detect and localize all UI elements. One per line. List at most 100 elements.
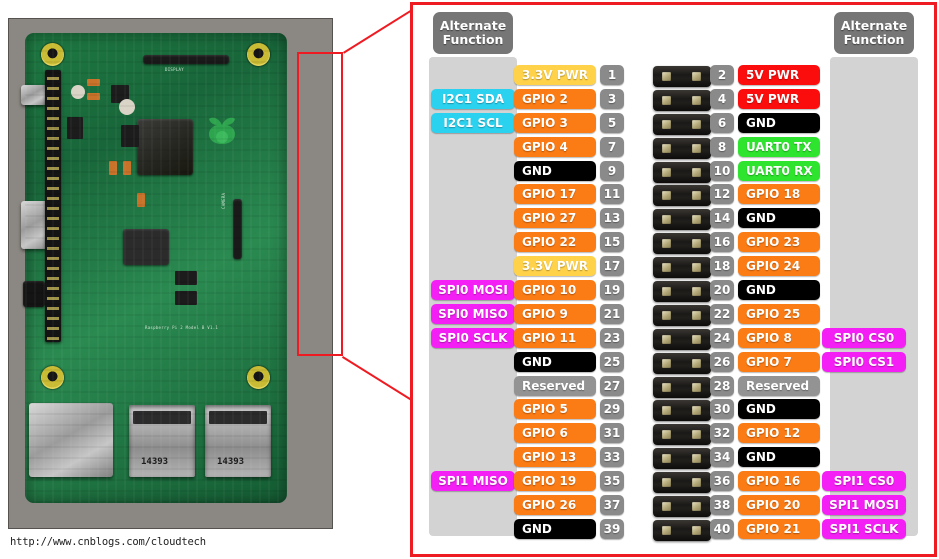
pin-number-21[interactable]: 21 [600,303,624,324]
pin-number-35[interactable]: 35 [600,471,624,492]
signal-left-pin-37[interactable]: GPIO 26 [514,495,596,516]
pin-number-20[interactable]: 20 [710,280,734,301]
pin-number-36[interactable]: 36 [710,471,734,492]
signal-left-pin-13[interactable]: GPIO 27 [514,208,596,229]
pin-number-9[interactable]: 9 [600,160,624,181]
signal-left-pin-9[interactable]: GND [514,160,596,181]
pin-number-23[interactable]: 23 [600,327,624,348]
signal-left-pin-29[interactable]: GPIO 5 [514,399,596,420]
alt-function-right-pin-40[interactable]: SPI1 SCLK [822,518,906,539]
signal-left-pin-7[interactable]: GPIO 4 [514,136,596,157]
signal-right-pin-12[interactable]: GPIO 18 [738,184,820,205]
signal-left-pin-35[interactable]: GPIO 19 [514,471,596,492]
pin-row: GPIO 27 13 14 GND [413,208,934,232]
pin-number-25[interactable]: 25 [600,351,624,372]
alt-function-left-pin-35[interactable]: SPI1 MISO [431,471,515,492]
signal-right-pin-16[interactable]: GPIO 23 [738,232,820,253]
pin-number-3[interactable]: 3 [600,88,624,109]
signal-right-pin-32[interactable]: GPIO 12 [738,423,820,444]
pin-number-38[interactable]: 38 [710,495,734,516]
pin-number-14[interactable]: 14 [710,208,734,229]
pin-number-16[interactable]: 16 [710,232,734,253]
signal-right-pin-26[interactable]: GPIO 7 [738,351,820,372]
signal-right-pin-2[interactable]: 5V PWR [738,65,820,85]
signal-right-pin-8[interactable]: UART0 TX [738,136,820,157]
signal-left-pin-27[interactable]: Reserved [514,375,596,396]
callout-leader-bottom [341,356,416,403]
signal-left-pin-19[interactable]: GPIO 10 [514,280,596,301]
signal-left-pin-33[interactable]: GPIO 13 [514,447,596,468]
pcb-substrate: DISPLAY CAMERA 14393 14393 Raspberry Pi … [21,33,287,503]
pin-number-24[interactable]: 24 [710,327,734,348]
pin-number-32[interactable]: 32 [710,423,734,444]
signal-left-pin-21[interactable]: GPIO 9 [514,303,596,324]
pin-number-4[interactable]: 4 [710,88,734,109]
pin-number-15[interactable]: 15 [600,232,624,253]
pin-number-40[interactable]: 40 [710,518,734,539]
alt-function-left-pin-21[interactable]: SPI0 MISO [431,303,515,324]
signal-right-pin-38[interactable]: GPIO 20 [738,495,820,516]
signal-right-pin-24[interactable]: GPIO 8 [738,327,820,348]
mounting-hole-bottom-right [247,366,270,389]
raspberry-pi-board-photo: DISPLAY CAMERA 14393 14393 Raspberry Pi … [8,18,333,529]
alt-function-left-pin-3[interactable]: I2C1 SDA [431,88,515,109]
pin-number-5[interactable]: 5 [600,112,624,133]
signal-right-pin-30[interactable]: GND [738,399,820,420]
signal-left-pin-31[interactable]: GPIO 6 [514,423,596,444]
pin-row: SPI0 MOSI GPIO 10 19 20 GND [413,280,934,304]
signal-right-pin-40[interactable]: GPIO 21 [738,518,820,539]
pin-number-18[interactable]: 18 [710,256,734,277]
pin-number-11[interactable]: 11 [600,184,624,205]
signal-left-pin-5[interactable]: GPIO 3 [514,112,596,133]
pin-number-6[interactable]: 6 [710,112,734,133]
pin-number-10[interactable]: 10 [710,160,734,181]
pin-number-22[interactable]: 22 [710,303,734,324]
pin-number-8[interactable]: 8 [710,136,734,157]
signal-left-pin-3[interactable]: GPIO 2 [514,88,596,109]
pin-number-28[interactable]: 28 [710,375,734,396]
signal-left-pin-15[interactable]: GPIO 22 [514,232,596,253]
alt-header-right-line1: Alternate [840,18,908,33]
signal-right-pin-34[interactable]: GND [738,447,820,468]
signal-left-pin-17[interactable]: 3.3V PWR [514,256,596,277]
pin-number-1[interactable]: 1 [600,65,624,85]
signal-right-pin-28[interactable]: Reserved [738,375,820,396]
pin-number-37[interactable]: 37 [600,495,624,516]
pin-number-33[interactable]: 33 [600,447,624,468]
smd-part [87,93,100,100]
pin-number-2[interactable]: 2 [710,65,734,85]
pin-number-31[interactable]: 31 [600,423,624,444]
signal-left-pin-23[interactable]: GPIO 11 [514,327,596,348]
signal-left-pin-25[interactable]: GND [514,351,596,372]
pin-number-30[interactable]: 30 [710,399,734,420]
signal-left-pin-39[interactable]: GND [514,518,596,539]
alt-function-right-pin-24[interactable]: SPI0 CS0 [822,327,906,348]
signal-left-pin-11[interactable]: GPIO 17 [514,184,596,205]
signal-right-pin-20[interactable]: GND [738,280,820,301]
pin-number-27[interactable]: 27 [600,375,624,396]
signal-left-pin-1[interactable]: 3.3V PWR [514,65,596,85]
signal-right-pin-4[interactable]: 5V PWR [738,88,820,109]
pin-number-39[interactable]: 39 [600,518,624,539]
alt-function-right-pin-26[interactable]: SPI0 CS1 [822,351,906,372]
alt-function-left-pin-5[interactable]: I2C1 SCL [431,112,515,133]
signal-right-pin-18[interactable]: GPIO 24 [738,256,820,277]
pin-number-34[interactable]: 34 [710,447,734,468]
pin-number-12[interactable]: 12 [710,184,734,205]
pin-number-19[interactable]: 19 [600,280,624,301]
signal-right-pin-22[interactable]: GPIO 25 [738,303,820,324]
alt-function-right-pin-38[interactable]: SPI1 MOSI [822,495,906,516]
signal-right-pin-10[interactable]: UART0 RX [738,160,820,181]
pin-number-13[interactable]: 13 [600,208,624,229]
signal-right-pin-6[interactable]: GND [738,112,820,133]
pin-number-17[interactable]: 17 [600,256,624,277]
alt-function-left-pin-19[interactable]: SPI0 MOSI [431,280,515,301]
alt-function-left-pin-23[interactable]: SPI0 SCLK [431,327,515,348]
pin-number-29[interactable]: 29 [600,399,624,420]
smd-part [87,79,100,86]
signal-right-pin-14[interactable]: GND [738,208,820,229]
alt-function-right-pin-36[interactable]: SPI1 CS0 [822,471,906,492]
pin-number-7[interactable]: 7 [600,136,624,157]
signal-right-pin-36[interactable]: GPIO 16 [738,471,820,492]
pin-number-26[interactable]: 26 [710,351,734,372]
